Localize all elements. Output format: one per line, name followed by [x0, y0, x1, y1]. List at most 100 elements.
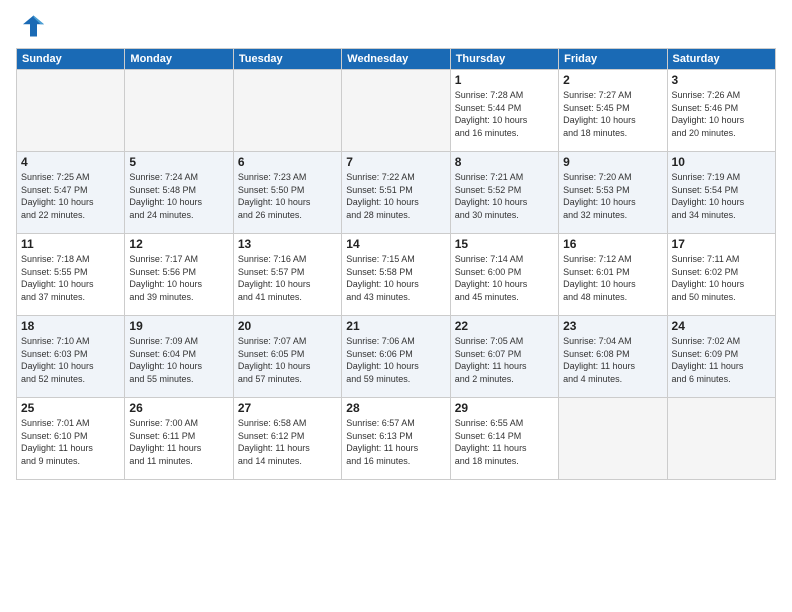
calendar-cell: 6Sunrise: 7:23 AM Sunset: 5:50 PM Daylig… [233, 152, 341, 234]
day-info: Sunrise: 7:11 AM Sunset: 6:02 PM Dayligh… [672, 253, 771, 303]
day-info: Sunrise: 6:57 AM Sunset: 6:13 PM Dayligh… [346, 417, 445, 467]
calendar-cell: 12 Sunrise: 7:17 AM Sunset: 5:56 PM Dayli… [125, 234, 233, 316]
day-number: 10 [672, 155, 771, 169]
calendar-cell: 11 Sunrise: 7:18 AM Sunset: 5:55 PM Dayli… [17, 234, 125, 316]
weekday-header-sunday: Sunday [17, 49, 125, 70]
weekday-header-thursday: Thursday [450, 49, 558, 70]
day-info: Sunrise: 7:17 AM Sunset: 5:56 PM Dayligh… [129, 253, 228, 303]
day-number: 6 [238, 155, 337, 169]
day-number: 12 [129, 237, 228, 251]
day-number: 25 [21, 401, 120, 415]
day-number: 26 [129, 401, 228, 415]
day-number: 8 [455, 155, 554, 169]
day-number: 16 [563, 237, 662, 251]
day-info: Sunrise: 7:06 AM Sunset: 6:06 PM Dayligh… [346, 335, 445, 385]
day-info: Sunrise: 7:22 AM Sunset: 5:51 PM Dayligh… [346, 171, 445, 221]
day-number: 17 [672, 237, 771, 251]
day-info: Sunrise: 7:26 AM Sunset: 5:46 PM Dayligh… [672, 89, 771, 139]
day-info: Sunrise: 6:55 AM Sunset: 6:14 PM Dayligh… [455, 417, 554, 467]
day-info: Sunrise: 7:25 AM Sunset: 5:47 PM Dayligh… [21, 171, 120, 221]
day-info: Sunrise: 7:14 AM Sunset: 6:00 PM Dayligh… [455, 253, 554, 303]
day-number: 3 [672, 73, 771, 87]
calendar-cell [342, 70, 450, 152]
day-info: Sunrise: 7:09 AM Sunset: 6:04 PM Dayligh… [129, 335, 228, 385]
day-info: Sunrise: 7:24 AM Sunset: 5:48 PM Dayligh… [129, 171, 228, 221]
calendar-cell: 21 Sunrise: 7:06 AM Sunset: 6:06 PM Dayli… [342, 316, 450, 398]
calendar-cell: 27 Sunrise: 6:58 AM Sunset: 6:12 PM Dayli… [233, 398, 341, 480]
day-number: 19 [129, 319, 228, 333]
calendar-cell [233, 70, 341, 152]
calendar-cell: 28Sunrise: 6:57 AM Sunset: 6:13 PM Dayli… [342, 398, 450, 480]
week-row-1: 1Sunrise: 7:28 AM Sunset: 5:44 PM Daylig… [17, 70, 776, 152]
day-info: Sunrise: 7:19 AM Sunset: 5:54 PM Dayligh… [672, 171, 771, 221]
calendar-cell: 4 Sunrise: 7:25 AM Sunset: 5:47 PM Daylig… [17, 152, 125, 234]
calendar-cell [667, 398, 775, 480]
day-number: 2 [563, 73, 662, 87]
weekday-header-wednesday: Wednesday [342, 49, 450, 70]
day-info: Sunrise: 7:21 AM Sunset: 5:52 PM Dayligh… [455, 171, 554, 221]
calendar-cell: 3 Sunrise: 7:26 AM Sunset: 5:46 PM Daylig… [667, 70, 775, 152]
calendar-cell: 14Sunrise: 7:15 AM Sunset: 5:58 PM Dayli… [342, 234, 450, 316]
calendar-cell: 17 Sunrise: 7:11 AM Sunset: 6:02 PM Dayli… [667, 234, 775, 316]
calendar-cell [559, 398, 667, 480]
day-number: 27 [238, 401, 337, 415]
calendar-cell: 19 Sunrise: 7:09 AM Sunset: 6:04 PM Dayli… [125, 316, 233, 398]
day-number: 24 [672, 319, 771, 333]
calendar-cell: 29 Sunrise: 6:55 AM Sunset: 6:14 PM Dayli… [450, 398, 558, 480]
calendar-cell: 24 Sunrise: 7:02 AM Sunset: 6:09 PM Dayli… [667, 316, 775, 398]
calendar-cell: 10 Sunrise: 7:19 AM Sunset: 5:54 PM Dayli… [667, 152, 775, 234]
weekday-header-row: SundayMondayTuesdayWednesdayThursdayFrid… [17, 49, 776, 70]
day-info: Sunrise: 6:58 AM Sunset: 6:12 PM Dayligh… [238, 417, 337, 467]
day-info: Sunrise: 7:01 AM Sunset: 6:10 PM Dayligh… [21, 417, 120, 467]
calendar-cell: 13 Sunrise: 7:16 AM Sunset: 5:57 PM Dayli… [233, 234, 341, 316]
day-info: Sunrise: 7:02 AM Sunset: 6:09 PM Dayligh… [672, 335, 771, 385]
weekday-header-monday: Monday [125, 49, 233, 70]
day-number: 15 [455, 237, 554, 251]
week-row-2: 4 Sunrise: 7:25 AM Sunset: 5:47 PM Daylig… [17, 152, 776, 234]
calendar-cell: 26Sunrise: 7:00 AM Sunset: 6:11 PM Dayli… [125, 398, 233, 480]
header [16, 12, 776, 40]
day-info: Sunrise: 7:28 AM Sunset: 5:44 PM Dayligh… [455, 89, 554, 139]
calendar-cell [17, 70, 125, 152]
calendar-cell: 22 Sunrise: 7:05 AM Sunset: 6:07 PM Dayli… [450, 316, 558, 398]
calendar-cell: 16 Sunrise: 7:12 AM Sunset: 6:01 PM Dayli… [559, 234, 667, 316]
week-row-4: 18Sunrise: 7:10 AM Sunset: 6:03 PM Dayli… [17, 316, 776, 398]
day-number: 11 [21, 237, 120, 251]
day-number: 9 [563, 155, 662, 169]
day-number: 29 [455, 401, 554, 415]
calendar-cell: 25 Sunrise: 7:01 AM Sunset: 6:10 PM Dayli… [17, 398, 125, 480]
day-number: 4 [21, 155, 120, 169]
day-number: 20 [238, 319, 337, 333]
calendar-cell [125, 70, 233, 152]
calendar: SundayMondayTuesdayWednesdayThursdayFrid… [16, 48, 776, 480]
calendar-cell: 5 Sunrise: 7:24 AM Sunset: 5:48 PM Daylig… [125, 152, 233, 234]
day-number: 7 [346, 155, 445, 169]
logo [16, 12, 48, 40]
weekday-header-tuesday: Tuesday [233, 49, 341, 70]
day-number: 22 [455, 319, 554, 333]
day-number: 21 [346, 319, 445, 333]
day-info: Sunrise: 7:18 AM Sunset: 5:55 PM Dayligh… [21, 253, 120, 303]
day-info: Sunrise: 7:12 AM Sunset: 6:01 PM Dayligh… [563, 253, 662, 303]
calendar-cell: 1Sunrise: 7:28 AM Sunset: 5:44 PM Daylig… [450, 70, 558, 152]
day-info: Sunrise: 7:15 AM Sunset: 5:58 PM Dayligh… [346, 253, 445, 303]
page: SundayMondayTuesdayWednesdayThursdayFrid… [0, 0, 792, 612]
day-number: 18 [21, 319, 120, 333]
logo-icon [16, 12, 44, 40]
day-info: Sunrise: 7:16 AM Sunset: 5:57 PM Dayligh… [238, 253, 337, 303]
calendar-cell: 8 Sunrise: 7:21 AM Sunset: 5:52 PM Daylig… [450, 152, 558, 234]
calendar-cell: 7 Sunrise: 7:22 AM Sunset: 5:51 PM Daylig… [342, 152, 450, 234]
weekday-header-saturday: Saturday [667, 49, 775, 70]
calendar-cell: 18Sunrise: 7:10 AM Sunset: 6:03 PM Dayli… [17, 316, 125, 398]
day-number: 5 [129, 155, 228, 169]
weekday-header-friday: Friday [559, 49, 667, 70]
day-number: 13 [238, 237, 337, 251]
day-info: Sunrise: 7:07 AM Sunset: 6:05 PM Dayligh… [238, 335, 337, 385]
calendar-cell: 2 Sunrise: 7:27 AM Sunset: 5:45 PM Daylig… [559, 70, 667, 152]
calendar-cell: 15 Sunrise: 7:14 AM Sunset: 6:00 PM Dayli… [450, 234, 558, 316]
week-row-3: 11 Sunrise: 7:18 AM Sunset: 5:55 PM Dayli… [17, 234, 776, 316]
day-info: Sunrise: 7:27 AM Sunset: 5:45 PM Dayligh… [563, 89, 662, 139]
day-info: Sunrise: 7:05 AM Sunset: 6:07 PM Dayligh… [455, 335, 554, 385]
calendar-cell: 20 Sunrise: 7:07 AM Sunset: 6:05 PM Dayli… [233, 316, 341, 398]
day-info: Sunrise: 7:20 AM Sunset: 5:53 PM Dayligh… [563, 171, 662, 221]
